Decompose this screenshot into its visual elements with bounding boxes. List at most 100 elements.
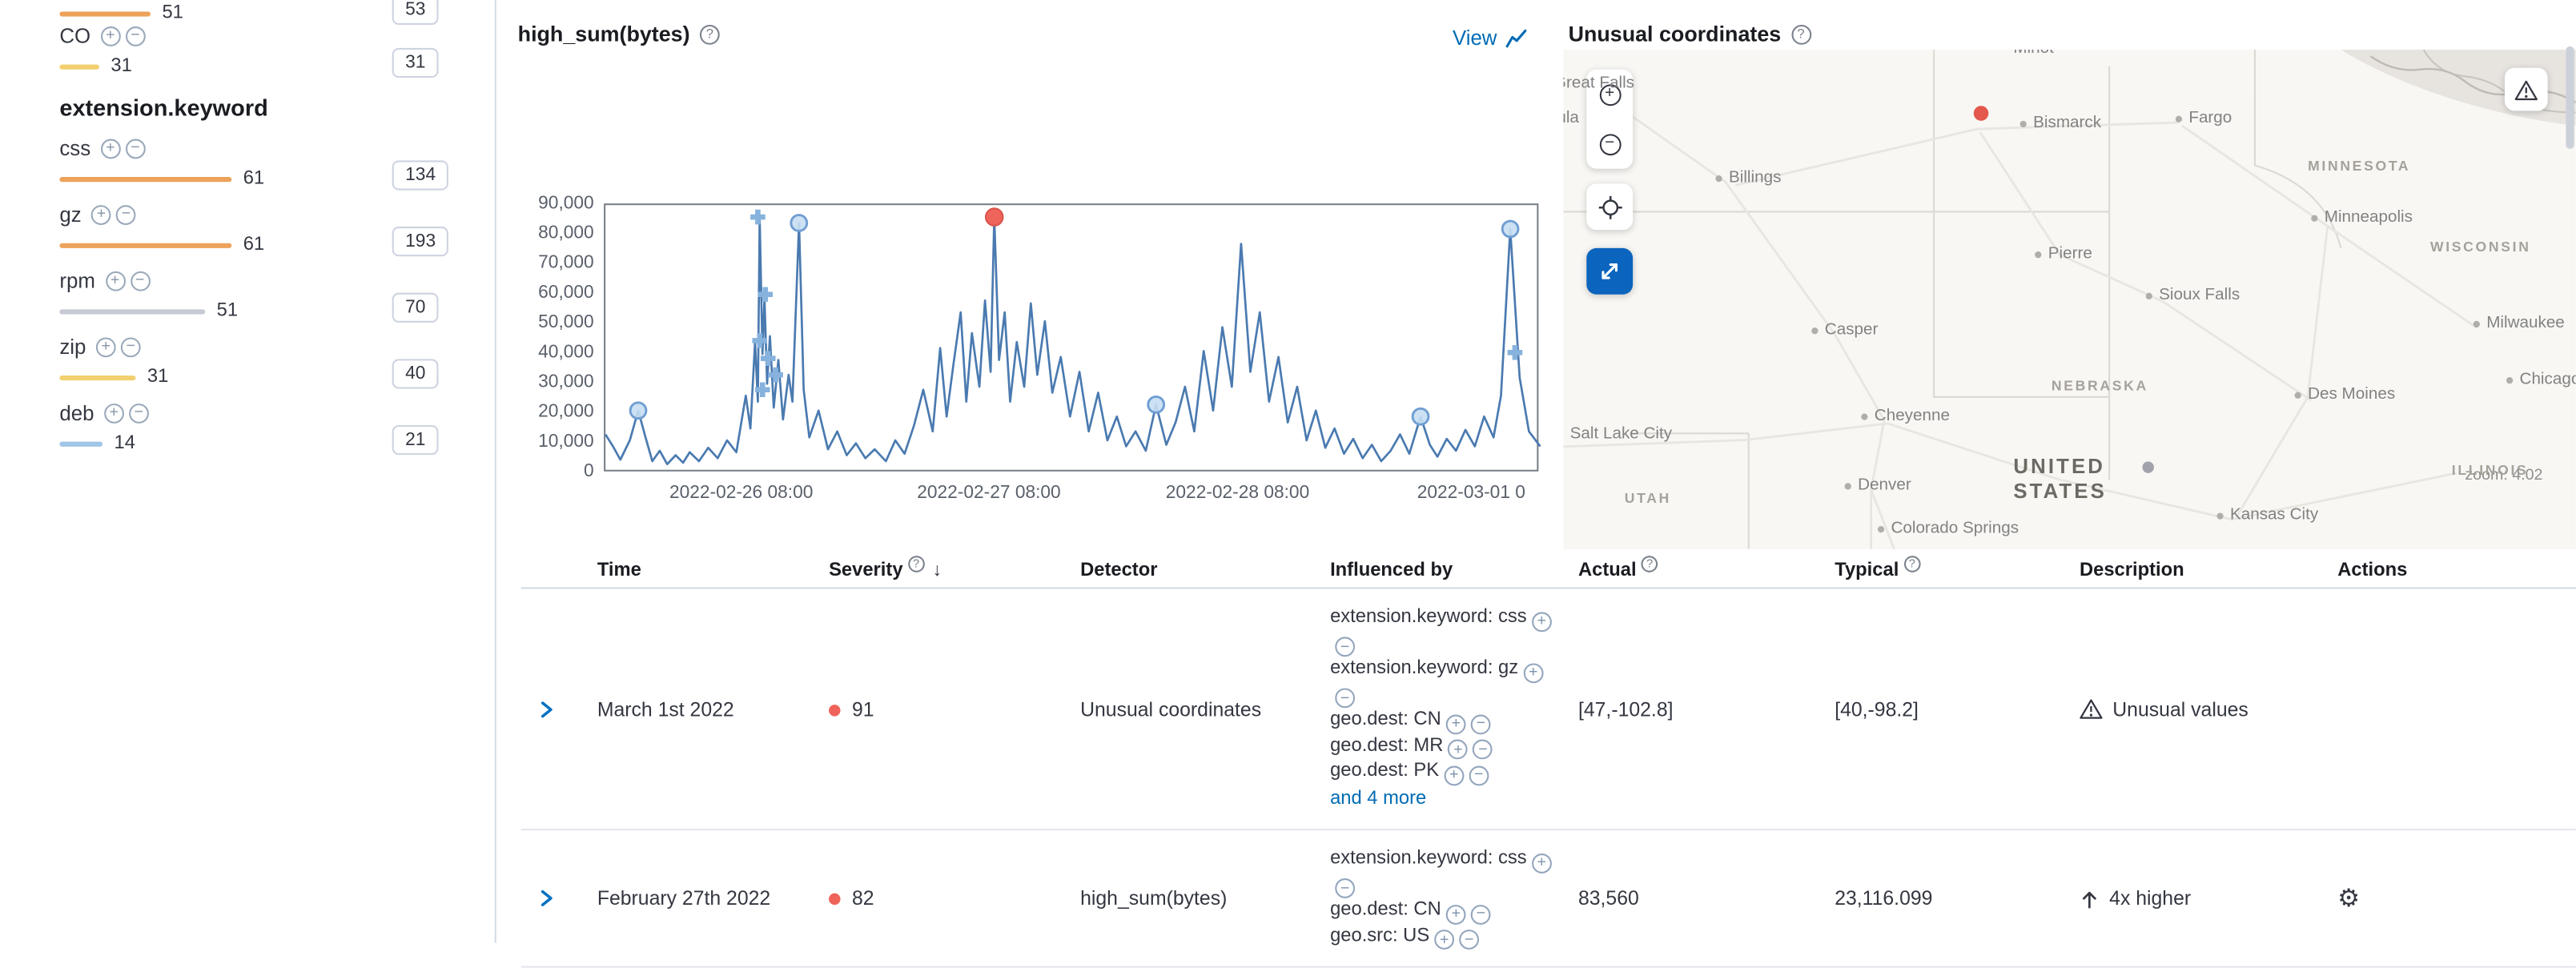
severity-value: 82	[852, 886, 874, 910]
influencer-entry: extension.keyword: gz+−	[1330, 657, 1560, 708]
city-label: Salt Lake City	[1570, 425, 1672, 445]
filter-for-icon[interactable]: +	[101, 139, 121, 159]
column-info-icon[interactable]: ?	[1642, 556, 1658, 572]
sort-descending-icon[interactable]: ↓	[933, 560, 942, 580]
city-dot	[2020, 121, 2027, 127]
vertical-divider	[495, 0, 496, 943]
influencer-entry: geo.dest: MR+−	[1330, 733, 1560, 759]
critical-anomaly-marker[interactable]	[986, 208, 1003, 225]
filter-out-icon[interactable]: −	[1471, 714, 1491, 734]
time-cell: February 27th 2022	[577, 886, 809, 910]
influencer-count-badge: 53	[392, 0, 439, 25]
filter-out-icon[interactable]: −	[121, 337, 141, 357]
influencer-term: rpm	[59, 270, 94, 293]
view-link[interactable]: View	[1453, 26, 1527, 50]
warning-anomaly-marker[interactable]	[1413, 408, 1429, 424]
filter-out-icon[interactable]: −	[1473, 740, 1493, 760]
chart-plot-area[interactable]	[604, 203, 1538, 472]
filter-out-icon[interactable]: −	[1459, 930, 1479, 950]
map-info-icon[interactable]: ?	[1791, 24, 1811, 44]
description-cell: 4x higher	[2060, 886, 2317, 910]
state-label: NEBRASKA	[2052, 377, 2148, 394]
column-info-icon[interactable]: ?	[1904, 556, 1921, 572]
chart-info-icon[interactable]: ?	[700, 24, 720, 44]
multi-bucket-anomaly-marker[interactable]	[1508, 345, 1523, 360]
y-axis-label: 60,000	[538, 283, 594, 303]
city-label: Casper	[1811, 321, 1878, 341]
set-view-button[interactable]	[1586, 183, 1633, 230]
city-dot	[2474, 321, 2480, 327]
row-expand-button[interactable]	[521, 697, 577, 721]
filter-out-icon[interactable]: −	[1335, 879, 1355, 899]
filter-for-icon[interactable]: +	[104, 404, 124, 424]
influencer-term-row: gz +−	[59, 202, 471, 228]
filter-for-icon[interactable]: +	[1532, 612, 1552, 632]
city-label: Bismarck	[2020, 114, 2101, 135]
filter-out-icon[interactable]: −	[125, 139, 145, 159]
y-axis-label: 90,000	[538, 194, 594, 214]
y-axis-label: 80,000	[538, 223, 594, 243]
filter-out-icon[interactable]: −	[130, 271, 150, 291]
warning-anomaly-marker[interactable]	[791, 215, 807, 231]
map-canvas[interactable]: UNITED STATES zoom: 4.02 + −	[1563, 50, 2575, 549]
y-axis-label: 40,000	[538, 343, 594, 363]
show-more-influencers-link[interactable]: and 4 more	[1330, 786, 1560, 812]
city-name: Cheyenne	[1875, 407, 1950, 427]
row-expand-button[interactable]	[521, 886, 577, 910]
state-label: WISCONSIN	[2430, 239, 2531, 255]
chart-title-row: high_sum(bytes) ?	[518, 22, 720, 46]
map-warning-button[interactable]	[2505, 68, 2548, 111]
influencer-term: gz	[59, 203, 81, 227]
warning-anomaly-marker[interactable]	[630, 403, 646, 419]
filter-for-icon[interactable]: +	[1523, 663, 1543, 683]
metric-line	[605, 217, 1540, 464]
filter-for-icon[interactable]: +	[1434, 930, 1454, 950]
filter-for-icon[interactable]: +	[96, 337, 116, 357]
city-label: Kansas City	[2216, 506, 2318, 526]
filter-out-icon[interactable]: −	[1471, 905, 1491, 925]
column-info-icon[interactable]: ?	[908, 556, 925, 572]
zoom-out-button[interactable]: −	[1586, 119, 1633, 169]
influencer-max-score: 14	[115, 433, 135, 453]
filter-out-icon[interactable]: −	[1469, 765, 1489, 785]
actions-cell: ⚙	[2317, 886, 2575, 910]
filter-out-icon[interactable]: −	[129, 404, 149, 424]
filter-out-icon[interactable]: −	[1335, 689, 1355, 709]
header-severity[interactable]: Severity?↓	[809, 560, 1060, 580]
header-influenced-by: Influenced by	[1310, 560, 1558, 580]
influencer-severity-bar	[59, 308, 205, 313]
filter-out-icon[interactable]: −	[116, 205, 136, 225]
vertical-scrollbar-thumb[interactable]	[2566, 46, 2574, 149]
header-label: Typical	[1835, 560, 1899, 580]
anomaly-location-dot[interactable]	[1974, 106, 1989, 121]
filter-for-icon[interactable]: +	[1444, 765, 1464, 785]
filter-out-icon[interactable]: −	[125, 26, 145, 46]
filter-for-icon[interactable]: +	[1449, 740, 1469, 760]
minus-circle-icon: −	[1599, 133, 1621, 155]
filter-out-icon[interactable]: −	[1335, 637, 1355, 657]
fit-to-data-button[interactable]	[1586, 248, 1633, 295]
country-line1: UNITED	[2013, 455, 2107, 480]
warning-anomaly-marker[interactable]	[1502, 221, 1518, 237]
city-name: Bismarck	[2033, 114, 2101, 135]
header-actual: Actual?	[1558, 560, 1814, 580]
expand-diagonal-icon	[1598, 259, 1622, 283]
warning-anomaly-marker[interactable]	[1148, 396, 1164, 412]
actions-gear-icon[interactable]: ⚙	[2337, 884, 2360, 912]
filter-for-icon[interactable]: +	[91, 205, 111, 225]
header-label: Time	[597, 560, 641, 580]
filter-for-icon[interactable]: +	[1532, 854, 1552, 874]
city-name: Kansas City	[2230, 506, 2318, 526]
filter-for-icon[interactable]: +	[105, 271, 125, 291]
city-label: Denver	[1845, 476, 1911, 496]
multi-bucket-anomaly-marker[interactable]	[750, 210, 766, 225]
city-label: Des Moines	[2295, 385, 2396, 405]
influencer-count-badge: 70	[392, 293, 439, 323]
filter-for-icon[interactable]: +	[1446, 714, 1466, 734]
severity-cell: 82	[809, 886, 1060, 910]
filter-for-icon[interactable]: +	[101, 26, 121, 46]
influencer-severity-bar	[59, 375, 135, 380]
y-axis-label: 10,000	[538, 432, 594, 452]
filter-for-icon[interactable]: +	[1446, 905, 1466, 925]
city-label: Great Falls	[1563, 74, 1634, 94]
